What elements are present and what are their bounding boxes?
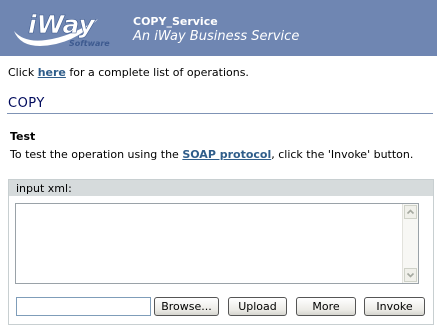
- svg-text:Software: Software: [69, 39, 110, 48]
- operation-title: COPY: [8, 96, 45, 111]
- input-xml-textarea[interactable]: [15, 203, 419, 284]
- invoke-button[interactable]: Invoke: [364, 297, 425, 316]
- soap-protocol-link[interactable]: SOAP protocol: [182, 148, 271, 161]
- scroll-up-button[interactable]: [404, 205, 417, 219]
- operation-divider: [7, 113, 433, 114]
- svg-text:iWay: iWay: [28, 10, 97, 39]
- scroll-down-button[interactable]: [404, 268, 417, 282]
- test-desc-prefix: To test the operation using the: [10, 148, 183, 161]
- test-heading: Test: [10, 130, 36, 143]
- operations-list-link[interactable]: here: [38, 66, 66, 79]
- browse-button[interactable]: Browse...: [154, 297, 219, 316]
- more-button[interactable]: More: [296, 297, 356, 316]
- file-path-input[interactable]: [16, 297, 151, 316]
- operations-suffix: for a complete list of operations.: [65, 66, 249, 79]
- input-xml-label: input xml:: [16, 182, 72, 195]
- upload-button[interactable]: Upload: [228, 297, 287, 316]
- input-xml-panel-header: input xml:: [9, 180, 433, 196]
- service-name: COPY_Service: [133, 15, 218, 28]
- chevron-up-icon: [406, 209, 415, 215]
- header-banner: iWay Software COPY_Service An iWay Busin…: [0, 0, 437, 56]
- operations-line: Click here for a complete list of operat…: [8, 66, 249, 79]
- test-desc-suffix: , click the 'Invoke' button.: [271, 148, 414, 161]
- operations-prefix: Click: [8, 66, 38, 79]
- service-subtitle: An iWay Business Service: [133, 29, 300, 44]
- test-description: To test the operation using the SOAP pro…: [10, 148, 413, 161]
- iway-logo: iWay Software: [10, 7, 118, 49]
- chevron-down-icon: [406, 272, 415, 278]
- textarea-scrollbar[interactable]: [402, 204, 418, 283]
